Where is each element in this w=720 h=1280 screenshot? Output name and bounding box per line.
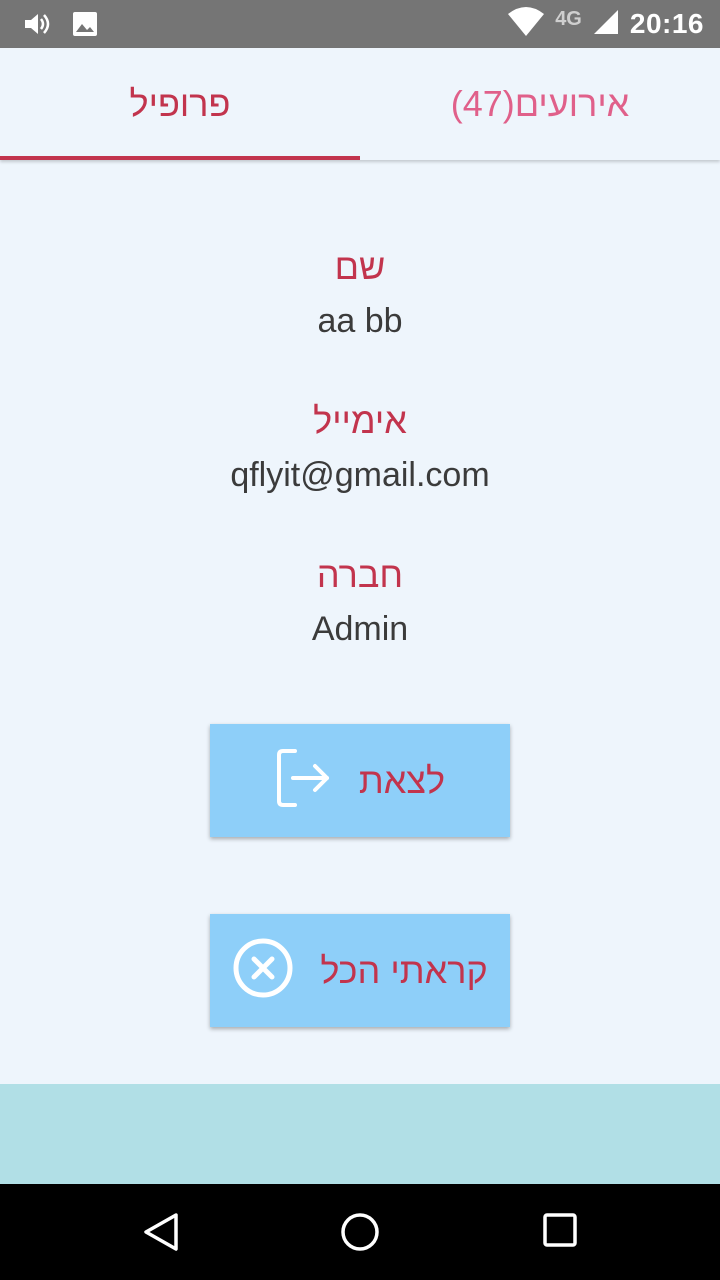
volume-icon — [22, 10, 50, 43]
tab-events[interactable]: (47)אירועים — [360, 48, 720, 160]
home-icon[interactable] — [340, 1212, 380, 1257]
network-type: 4G — [555, 8, 582, 30]
back-icon[interactable] — [142, 1212, 180, 1257]
signal-icon — [592, 6, 620, 41]
company-value: Admin — [311, 610, 409, 648]
clock: 20:16 — [629, 7, 704, 39]
tab-profile[interactable]: פרופיל — [0, 48, 360, 160]
email-label: אימייל — [313, 400, 407, 441]
bottom-band — [0, 1084, 720, 1184]
email-field: אימייל qflyit@gmail.com — [0, 400, 720, 495]
nav-bar — [0, 1184, 720, 1280]
profile-content: שם aa bb אימייל qflyit@gmail.com חברה Ad… — [0, 160, 720, 1084]
logout-label: לצאת — [358, 759, 446, 801]
image-icon — [72, 11, 98, 42]
name-field: שם aa bb — [0, 246, 720, 341]
company-field: חברה Admin — [0, 554, 720, 649]
logout-button[interactable]: לצאת — [210, 724, 510, 837]
tab-bar: פרופיל (47)אירועים — [0, 48, 720, 160]
mark-all-read-button[interactable]: קראתי הכל — [210, 914, 510, 1027]
tab-events-label: (47)אירועים — [450, 83, 630, 124]
close-circle-icon — [232, 937, 294, 1004]
company-label: חברה — [316, 554, 404, 595]
mark-all-read-label: קראתי הכל — [320, 949, 488, 991]
tab-profile-label: פרופיל — [129, 83, 231, 124]
recents-icon[interactable] — [542, 1212, 578, 1253]
name-value: aa bb — [317, 302, 403, 340]
logout-icon — [275, 748, 333, 813]
status-bar: 4G 20:16 — [0, 0, 720, 48]
email-value: qflyit@gmail.com — [230, 456, 490, 494]
name-label: שם — [334, 246, 386, 287]
wifi-icon — [507, 6, 545, 41]
